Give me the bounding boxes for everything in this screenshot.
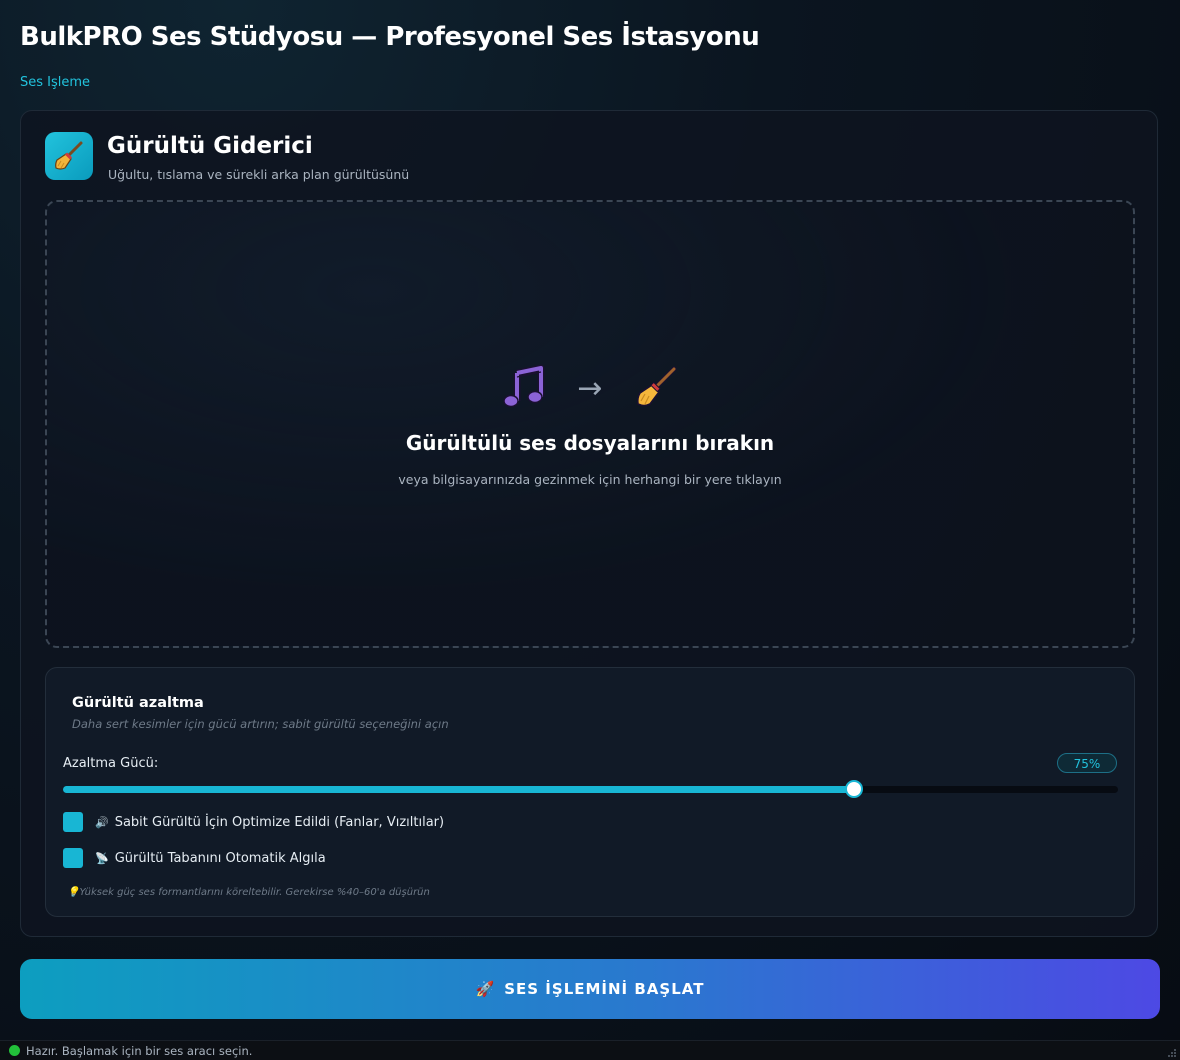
tool-card: Gürültü Giderici Uğultu, tıslama ve süre…: [20, 110, 1158, 937]
noise-reduction-panel: Gürültü azaltma Daha sert kesimler için …: [45, 667, 1135, 917]
stationary-noise-option[interactable]: 🔊 Sabit Gürültü İçin Optimize Edildi (Fa…: [63, 812, 444, 832]
strength-slider[interactable]: [63, 780, 1118, 798]
slider-thumb[interactable]: [845, 780, 864, 798]
satellite-icon: 📡: [95, 851, 109, 865]
strength-label: Azaltma Gücü:: [63, 756, 159, 771]
status-text: Hazır. Başlamak için bir ses aracı seçin…: [26, 1043, 253, 1058]
speaker-icon: 🔊: [95, 815, 109, 829]
arrow-right-icon: →: [577, 371, 603, 406]
auto-detect-floor-label: Gürültü Tabanını Otomatik Algıla: [114, 850, 326, 866]
slider-fill: [63, 786, 855, 793]
stationary-noise-checkbox[interactable]: [63, 812, 83, 832]
strength-value-badge: 75%: [1057, 753, 1117, 773]
broom-icon: [45, 132, 93, 180]
dropzone-subtitle: veya bilgisayarınızda gezinmek için herh…: [398, 472, 782, 487]
auto-detect-floor-checkbox[interactable]: [63, 848, 83, 868]
tool-subtitle: Uğultu, tıslama ve sürekli arka plan gür…: [108, 167, 410, 182]
status-indicator-icon: [9, 1045, 20, 1056]
panel-subtitle: Daha sert kesimler için gücü artırın; sa…: [72, 717, 449, 731]
strength-hint: 💡Yüksek güç ses formantlarını köreltebil…: [67, 887, 430, 898]
dropzone-title: Gürültülü ses dosyalarını bırakın: [405, 431, 775, 455]
lightbulb-icon: 💡: [67, 887, 80, 898]
status-bar: Hazır. Başlamak için bir ses aracı seçin…: [0, 1040, 1180, 1060]
start-processing-button[interactable]: 🚀 SES İŞLEMİNİ BAŞLAT: [20, 959, 1160, 1019]
start-processing-label: SES İŞLEMİNİ BAŞLAT: [504, 980, 705, 998]
hint-text: Yüksek güç ses formantlarını köreltebili…: [79, 887, 430, 898]
stationary-noise-label: Sabit Gürültü İçin Optimize Edildi (Fanl…: [114, 814, 445, 830]
resize-grip-icon[interactable]: [1167, 1048, 1177, 1058]
rocket-icon: 🚀: [475, 980, 496, 998]
music-note-icon: [501, 364, 547, 414]
breadcrumb[interactable]: Ses Işleme: [20, 75, 90, 90]
broom-icon: [633, 364, 679, 414]
app-title: BulkPRO Ses Stüdyosu — Profesyonel Ses İ…: [20, 22, 760, 52]
auto-detect-floor-option[interactable]: 📡 Gürültü Tabanını Otomatik Algıla: [63, 848, 326, 868]
panel-title: Gürültü azaltma: [72, 695, 204, 711]
dropzone-icons: →: [47, 364, 1133, 414]
tool-title: Gürültü Giderici: [107, 133, 313, 159]
file-dropzone[interactable]: → Gürültülü ses dosyalarını bırakın veya…: [45, 200, 1135, 648]
